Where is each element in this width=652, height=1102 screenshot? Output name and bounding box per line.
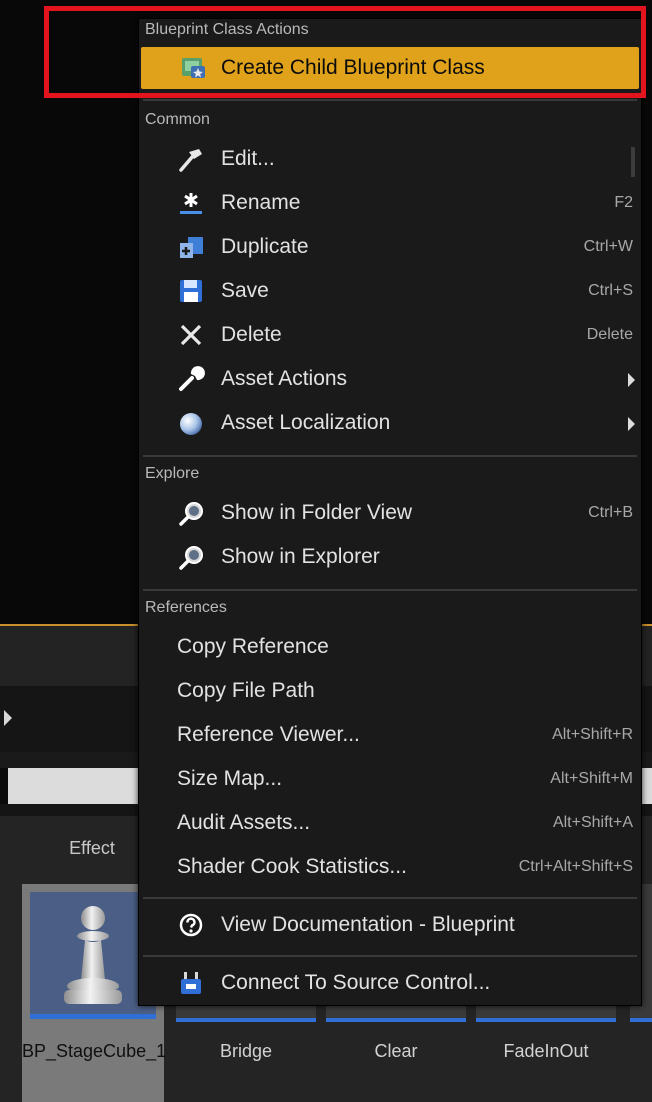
- section-header-references: References: [145, 599, 227, 616]
- item-shortcut: Ctrl+B: [588, 504, 633, 521]
- submenu-arrow-icon: [628, 417, 635, 431]
- copy-reference-item[interactable]: Copy Reference: [139, 627, 641, 667]
- asset-localization-item[interactable]: Asset Localization: [139, 403, 641, 443]
- item-label: Delete: [221, 323, 282, 346]
- delete-item[interactable]: Delete Delete: [139, 315, 641, 355]
- asset-type-bar: [326, 1018, 466, 1022]
- separator: [143, 897, 637, 899]
- globe-icon: [177, 410, 205, 436]
- item-label: Audit Assets...: [177, 811, 311, 834]
- item-label: Show in Folder View: [221, 501, 413, 524]
- item-shortcut: Ctrl+Alt+Shift+S: [518, 858, 633, 875]
- item-shortcut: Ctrl+S: [588, 282, 633, 299]
- asset-actions-item[interactable]: Asset Actions: [139, 359, 641, 399]
- context-menu: Blueprint Class Actions Create Child Blu…: [138, 18, 642, 1006]
- item-shortcut: Alt+Shift+A: [552, 814, 633, 831]
- separator: [143, 955, 637, 957]
- separator: [143, 455, 637, 457]
- item-label: Asset Actions: [221, 367, 348, 390]
- item-label: Connect To Source Control...: [221, 971, 491, 994]
- item-label: Copy File Path: [177, 679, 315, 702]
- source-control-icon: [177, 970, 205, 996]
- menu-scrollbar[interactable]: [631, 147, 635, 177]
- rename-item[interactable]: Rename F2: [139, 183, 641, 223]
- item-shortcut: Alt+Shift+R: [552, 726, 633, 743]
- section-header-common: Common: [145, 111, 210, 128]
- asset-type-bar: [630, 1018, 652, 1022]
- submenu-arrow-icon: [628, 373, 635, 387]
- help-icon: [177, 912, 205, 938]
- item-label: Save: [221, 279, 269, 302]
- audit-assets-item[interactable]: Audit Assets... Alt+Shift+A: [139, 803, 641, 843]
- show-in-explorer-item[interactable]: Show in Explorer: [139, 537, 641, 577]
- wrench-icon: [177, 366, 205, 392]
- separator: [143, 99, 637, 101]
- separator: [143, 589, 637, 591]
- duplicate-icon: [177, 234, 205, 260]
- reference-viewer-item[interactable]: Reference Viewer... Alt+Shift+R: [139, 715, 641, 755]
- asset-type-bar: [476, 1018, 616, 1022]
- item-label: Size Map...: [177, 767, 283, 790]
- item-label: Show in Explorer: [221, 545, 380, 568]
- pawn-icon: [64, 906, 122, 1004]
- save-item[interactable]: Save Ctrl+S: [139, 271, 641, 311]
- asterisk-icon: [177, 190, 205, 216]
- expand-arrow-icon[interactable]: [4, 710, 12, 726]
- item-shortcut: Ctrl+W: [583, 238, 633, 255]
- size-map-item[interactable]: Size Map... Alt+Shift+M: [139, 759, 641, 799]
- annotation-highlight-box: [44, 6, 646, 98]
- item-label: Copy Reference: [177, 635, 329, 658]
- item-label: View Documentation - Blueprint: [221, 913, 515, 936]
- edit-item[interactable]: Edit...: [139, 139, 641, 179]
- item-label: Reference Viewer...: [177, 723, 360, 746]
- item-label: Asset Localization: [221, 411, 391, 434]
- floppy-disk-icon: [177, 278, 205, 304]
- asset-type-bar: [30, 1014, 156, 1019]
- magnifier-icon: [177, 500, 205, 526]
- folder-label[interactable]: Effect: [40, 838, 144, 859]
- item-shortcut: Delete: [586, 326, 633, 343]
- item-label: Shader Cook Statistics...: [177, 855, 407, 878]
- item-label: Duplicate: [221, 235, 309, 258]
- show-in-folder-view-item[interactable]: Show in Folder View Ctrl+B: [139, 493, 641, 533]
- asset-name: BP_StageCube_1: [22, 1041, 167, 1061]
- asset-name: Clear: [374, 1041, 418, 1061]
- view-documentation-item[interactable]: View Documentation - Blueprint: [139, 905, 641, 945]
- item-label: Rename: [221, 191, 301, 214]
- section-header-explore: Explore: [145, 465, 200, 482]
- copy-file-path-item[interactable]: Copy File Path: [139, 671, 641, 711]
- item-shortcut: Alt+Shift+M: [550, 770, 633, 787]
- shader-cook-statistics-item[interactable]: Shader Cook Statistics... Ctrl+Alt+Shift…: [139, 847, 641, 887]
- asset-name: Bridge: [219, 1041, 273, 1061]
- item-label: Edit...: [221, 147, 275, 170]
- hammer-icon: [177, 146, 205, 172]
- asset-type-bar: [176, 1018, 316, 1022]
- x-icon: [177, 322, 205, 348]
- item-shortcut: F2: [614, 194, 633, 211]
- duplicate-item[interactable]: Duplicate Ctrl+W: [139, 227, 641, 267]
- magnifier-icon: [177, 544, 205, 570]
- connect-to-source-control-item[interactable]: Connect To Source Control...: [139, 963, 641, 1003]
- asset-name: FadeInOut: [503, 1041, 589, 1061]
